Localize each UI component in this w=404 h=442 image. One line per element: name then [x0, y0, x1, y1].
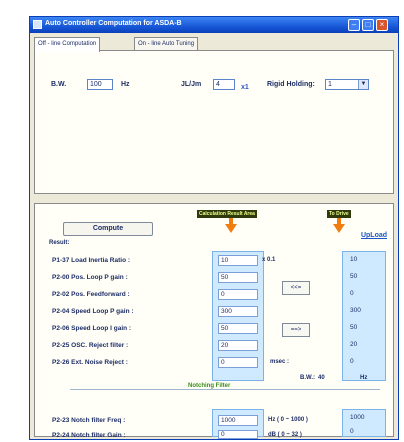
tab-online-auto-tuning[interactable]: On - line Auto Tuning [134, 37, 199, 51]
drive-value-p2-26: 0 [350, 358, 354, 365]
param-input-p2-02[interactable]: 0 [218, 289, 258, 300]
notch-separator [70, 389, 380, 390]
calc-area-label: Calculation Result Area [197, 210, 257, 218]
drive-value-p1-37: 10 [350, 256, 358, 263]
drive-value-p2-06: 50 [350, 324, 358, 331]
param-label-p2-00: P2-00 Pos. Loop P gain : [52, 274, 128, 281]
offline-panel: B.W. 100 Hz JL/Jm 4 x1 Rigid Holding: 1 … [34, 50, 394, 194]
rigid-label: Rigid Holding: [267, 81, 315, 88]
param-label-p2-06: P2-06 Speed Loop I gain : [52, 325, 132, 332]
param-input-p2-04[interactable]: 300 [218, 306, 258, 317]
arrow-down-icon [225, 224, 237, 233]
rigid-select[interactable]: 1 ▼ [325, 79, 369, 90]
arrow-down-icon [333, 224, 345, 233]
param-label-p2-26: P2-26 Ext. Noise Reject : [52, 359, 128, 366]
window-title: Auto Controller Computation for ASDA-B [45, 20, 182, 27]
notch-gain-label: P2-24 Notch filter Gain : [52, 432, 126, 439]
notch-freq-unit: Hz ( 0 ~ 1000 ) [268, 417, 308, 423]
drive-value-p2-02: 0 [350, 290, 354, 297]
title-bar: Auto Controller Computation for ASDA-B –… [30, 17, 398, 33]
upload-button[interactable]: UpLoad [357, 230, 391, 244]
param-label-p2-04: P2-04 Speed Loop P gain : [52, 308, 134, 315]
tab-offline-computation[interactable]: Off - line Computation [34, 37, 101, 52]
maximize-button[interactable]: □ [362, 19, 374, 31]
app-icon [33, 20, 42, 29]
param-input-p2-25[interactable]: 20 [218, 340, 258, 351]
notch-bw-unit: Hz [360, 375, 368, 381]
param-input-p2-06[interactable]: 50 [218, 323, 258, 334]
copy-to-calc-button[interactable]: <<= [282, 281, 310, 295]
notch-freq-label: P2-23 Notch filter Freq : [52, 417, 126, 424]
param-label-p2-25: P2-25 OSC. Reject filter : [52, 342, 129, 349]
param-label-p2-02: P2-02 Pos. Feedforward : [52, 291, 130, 298]
param-input-p1-37[interactable]: 10 [218, 255, 258, 266]
bw-input[interactable]: 100 [87, 79, 113, 90]
notch-title: Notching Filter [188, 383, 231, 389]
param-unit-p1-37: x 0.1 [262, 257, 276, 263]
param-input-p2-00[interactable]: 50 [218, 272, 258, 283]
notch-bw-label: B.W.: [300, 375, 315, 381]
jl-unit: x1 [241, 84, 249, 91]
param-unit-p2-26: msec : [270, 359, 290, 365]
bw-unit: Hz [121, 81, 130, 88]
notch-gain-drive: 0 [350, 428, 354, 435]
drive-value-p2-04: 300 [350, 307, 361, 314]
jl-label: JL/Jm [181, 81, 202, 88]
close-button[interactable]: × [376, 19, 388, 31]
minimize-button[interactable]: – [348, 19, 360, 31]
main-window: Auto Controller Computation for ASDA-B –… [29, 16, 399, 440]
drive-value-p2-25: 20 [350, 341, 358, 348]
notch-gain-unit: dB ( 0 ~ 32 ) [268, 432, 302, 438]
jl-input[interactable]: 4 [213, 79, 235, 90]
copy-to-drive-button[interactable]: ==> [282, 323, 310, 337]
notch-bw-value[interactable]: 40 [318, 375, 325, 381]
notch-freq-input[interactable]: 1000 [218, 415, 258, 426]
bw-label: B.W. [51, 81, 67, 88]
notch-freq-drive: 1000 [350, 414, 365, 421]
result-label: Result: [49, 240, 70, 246]
to-drive-label: To Drive [327, 210, 351, 218]
dropdown-arrow-icon[interactable]: ▼ [358, 80, 368, 89]
compute-button[interactable]: Compute [63, 222, 153, 236]
param-label-p1-37: P1-37 Load Inertia Ratio : [52, 257, 131, 264]
drive-value-p2-00: 50 [350, 273, 358, 280]
rigid-value: 1 [328, 81, 332, 88]
param-input-p2-26[interactable]: 0 [218, 357, 258, 368]
notch-gain-input[interactable]: 0 [218, 430, 258, 439]
